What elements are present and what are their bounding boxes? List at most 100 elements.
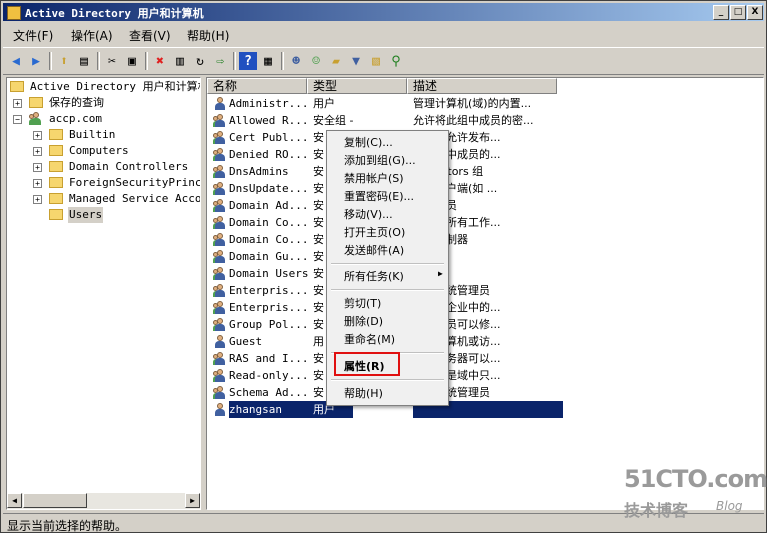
up-folder-icon[interactable]: ⬆ bbox=[55, 52, 73, 70]
new-user-icon[interactable]: ☻ bbox=[287, 52, 305, 70]
back-icon[interactable]: ◀ bbox=[7, 52, 25, 70]
collapse-icon[interactable]: − bbox=[13, 115, 22, 124]
menu-separator bbox=[331, 289, 444, 291]
scroll-left-icon[interactable]: ◀ bbox=[7, 493, 22, 508]
refresh-icon[interactable]: ↻ bbox=[191, 52, 209, 70]
group-icon bbox=[213, 233, 227, 246]
close-button[interactable]: X bbox=[747, 5, 763, 20]
cut-icon[interactable]: ✂ bbox=[103, 52, 121, 70]
menu-help[interactable]: 帮助(H) bbox=[187, 27, 229, 44]
menu-item-open-home-page[interactable]: 打开主页(O) bbox=[344, 224, 405, 242]
cell-name: Denied RO... bbox=[229, 148, 309, 161]
cell-name: Enterpris... bbox=[229, 284, 309, 297]
help-icon[interactable]: ? bbox=[239, 52, 257, 70]
properties-icon[interactable]: ▥ bbox=[171, 52, 189, 70]
menu-item-delete[interactable]: 删除(D) bbox=[344, 313, 383, 331]
watermark-blog-cn: 技术博客 bbox=[624, 501, 689, 520]
watermark: 51CTO.com 技术博客 Blog bbox=[624, 465, 767, 521]
menu-item-all-tasks[interactable]: 所有任务(K) bbox=[344, 268, 404, 286]
new-ou-icon[interactable]: ▰ bbox=[327, 52, 345, 70]
export-icon[interactable]: ⇨ bbox=[211, 52, 229, 70]
add-to-group-icon[interactable]: ▧ bbox=[367, 52, 385, 70]
menu-item-send-mail[interactable]: 发送邮件(A) bbox=[344, 242, 404, 260]
expand-icon[interactable]: + bbox=[33, 131, 42, 140]
expand-icon[interactable]: + bbox=[33, 163, 42, 172]
cell-name: Domain Co... bbox=[229, 233, 309, 246]
title-bar[interactable]: Active Directory 用户和计算机 _ □ X bbox=[3, 3, 764, 21]
user-icon bbox=[213, 403, 227, 416]
menu-item-add-to-group[interactable]: 添加到组(G)... bbox=[344, 152, 416, 170]
minimize-button[interactable]: _ bbox=[713, 5, 729, 20]
tree-pane: Active Directory 用户和计算机 + 保存的查询 − accp.c… bbox=[6, 77, 201, 510]
column-header-type[interactable]: 类型 bbox=[307, 78, 407, 94]
cell-name: Cert Publ... bbox=[229, 131, 309, 144]
tree-item-label: Builtin bbox=[69, 128, 116, 141]
scroll-right-icon[interactable]: ▶ bbox=[185, 493, 200, 508]
show-tree-icon[interactable]: ▤ bbox=[75, 52, 93, 70]
cell-name: Domain Ad... bbox=[229, 199, 309, 212]
table-row[interactable]: Allowed R... 安全组 - 本... 允许将此组中成员的密... bbox=[211, 112, 557, 129]
menu-item-copy[interactable]: 复制(C)... bbox=[344, 134, 393, 152]
cell-name: Guest bbox=[229, 335, 263, 348]
window-title: Active Directory 用户和计算机 bbox=[25, 7, 204, 20]
submenu-arrow-icon: ▶ bbox=[438, 269, 443, 278]
cell-type: 安全组 - 本... bbox=[313, 114, 353, 127]
group-icon bbox=[213, 131, 227, 144]
toolbar-separator bbox=[281, 52, 284, 70]
tree-root-label: Active Directory 用户和计算机 bbox=[30, 80, 201, 93]
expand-icon[interactable]: + bbox=[33, 195, 42, 204]
toolbar-separator bbox=[145, 52, 148, 70]
group-icon bbox=[213, 114, 227, 127]
folder-icon bbox=[49, 177, 63, 188]
menu-item-help[interactable]: 帮助(H) bbox=[344, 385, 383, 403]
menu-separator bbox=[331, 379, 444, 381]
folder-icon bbox=[49, 209, 63, 220]
tree-horizontal-scrollbar[interactable]: ◀ ▶ bbox=[7, 493, 200, 509]
group-icon bbox=[213, 165, 227, 178]
copy-icon[interactable]: ▣ bbox=[123, 52, 141, 70]
expand-icon[interactable]: + bbox=[33, 147, 42, 156]
group-icon bbox=[213, 369, 227, 382]
maximize-button[interactable]: □ bbox=[730, 5, 746, 20]
menu-file[interactable]: 文件(F) bbox=[13, 27, 53, 44]
cell-description: 管理计算机(域)的内置... bbox=[413, 97, 532, 110]
expand-icon[interactable]: + bbox=[13, 99, 22, 108]
column-header-description[interactable]: 描述 bbox=[407, 78, 557, 94]
cell-type: 用户 bbox=[313, 97, 335, 110]
scroll-thumb[interactable] bbox=[23, 493, 87, 508]
table-row[interactable]: Administr... 用户 管理计算机(域)的内置... bbox=[211, 95, 557, 112]
menu-item-cut[interactable]: 剪切(T) bbox=[344, 295, 381, 313]
cell-name: Group Pol... bbox=[229, 318, 309, 331]
folder-icon bbox=[29, 97, 43, 108]
toolbar-separator bbox=[233, 52, 236, 70]
forward-icon[interactable]: ▶ bbox=[27, 52, 45, 70]
folder-icon bbox=[49, 193, 63, 204]
context-menu: 复制(C)... 添加到组(G)... 禁用帐户(S) 重置密码(E)... 移… bbox=[326, 130, 449, 406]
find-icon[interactable]: ⚲ bbox=[387, 52, 405, 70]
user-icon bbox=[213, 97, 227, 110]
group-icon bbox=[213, 148, 227, 161]
group-icon bbox=[213, 216, 227, 229]
group-icon bbox=[213, 318, 227, 331]
tree-item-label: Managed Service Accour bbox=[69, 192, 201, 205]
watermark-site: 51CTO.com bbox=[624, 465, 767, 493]
menu-view[interactable]: 查看(V) bbox=[129, 27, 171, 44]
properties-highlight-box bbox=[334, 352, 400, 376]
menu-item-move[interactable]: 移动(V)... bbox=[344, 206, 393, 224]
domain-icon bbox=[29, 112, 43, 125]
column-header-name[interactable]: 名称 bbox=[207, 78, 307, 94]
snapin-icon bbox=[10, 81, 24, 92]
delete-icon[interactable]: ✖ bbox=[151, 52, 169, 70]
new-group-icon[interactable]: ☺ bbox=[307, 52, 325, 70]
console-icon[interactable]: ▦ bbox=[259, 52, 277, 70]
cell-name: Enterpris... bbox=[229, 301, 309, 314]
menu-item-disable-account[interactable]: 禁用帐户(S) bbox=[344, 170, 404, 188]
menu-separator bbox=[331, 263, 444, 265]
expand-icon[interactable]: + bbox=[33, 179, 42, 188]
menu-item-reset-password[interactable]: 重置密码(E)... bbox=[344, 188, 414, 206]
menu-action[interactable]: 操作(A) bbox=[71, 27, 113, 44]
list-pane: 名称 类型 描述 Administr... 用户 管理计算机(域)的内置... All… bbox=[206, 77, 764, 510]
menu-item-rename[interactable]: 重命名(M) bbox=[344, 331, 395, 349]
filter-icon[interactable]: ▼ bbox=[347, 52, 365, 70]
toolbar: ◀ ▶ ⬆ ▤ ✂ ▣ ✖ ▥ ↻ ⇨ ? ▦ ☻ ☺ ▰ ▼ ▧ ⚲ bbox=[3, 47, 764, 75]
